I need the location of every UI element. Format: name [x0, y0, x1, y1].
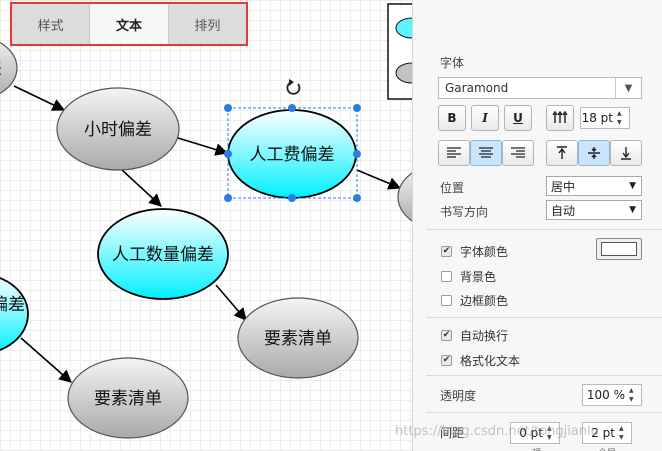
format-tabs: 样式 文本 排列 [10, 2, 248, 46]
spacing-top-value: 0 pt [519, 426, 543, 440]
edge-n2-right[interactable] [356, 169, 402, 190]
node-n3-label: 人工数量偏差 [112, 245, 214, 265]
chevron-down-icon: ▼ [629, 181, 636, 191]
spacing-top-stepper[interactable]: ▲ ▼ [547, 425, 557, 441]
font-size-stepper[interactable]: ▲ ▼ [617, 110, 627, 126]
auto-wrap-row[interactable]: ✔ 自动换行 [441, 327, 508, 344]
background-color-label: 背景色 [460, 270, 497, 284]
align-bottom-icon [621, 147, 631, 160]
resize-handle-sw[interactable] [224, 194, 232, 202]
align-top-icon [557, 146, 567, 159]
edge-n1-n3[interactable] [120, 168, 162, 207]
writing-direction-value: 自动 [551, 203, 576, 218]
vertical-text-button[interactable] [546, 105, 574, 131]
align-right-icon [511, 147, 525, 158]
rotate-handle-icon[interactable] [286, 79, 301, 95]
node-n1-label: 小时偏差 [84, 120, 152, 140]
node-n5-label: 要素清单 [264, 329, 332, 349]
underline-button[interactable]: U [504, 105, 532, 131]
align-middle-icon [588, 147, 600, 159]
align-bottom-button[interactable] [610, 140, 642, 166]
tab-arrange[interactable]: 排列 [168, 4, 246, 44]
opacity-value: 100 % [586, 388, 625, 402]
edge-n4-n6[interactable] [20, 337, 72, 383]
tab-style[interactable]: 样式 [12, 4, 91, 44]
align-middle-button[interactable] [578, 140, 610, 166]
divider [426, 412, 662, 413]
formatted-text-row[interactable]: ✔ 格式化文本 [441, 352, 520, 369]
align-top-button[interactable] [546, 140, 578, 166]
spacing-top-sublabel: 顶 [532, 446, 541, 451]
resize-handle-w[interactable] [224, 150, 232, 158]
node-n6-label: 要素清单 [94, 389, 162, 409]
position-select[interactable]: 居中 ▼ [546, 176, 642, 196]
font-color-label: 字体颜色 [460, 245, 509, 259]
edge-n1-n2[interactable] [177, 137, 229, 156]
opacity-stepper[interactable]: ▲ ▼ [629, 387, 639, 403]
border-color-label: 边框颜色 [460, 294, 509, 308]
node-n2-label: 人工费偏差 [250, 145, 335, 165]
align-center-button[interactable] [470, 140, 502, 166]
underline-label: U [513, 111, 523, 125]
position-label: 位置 [440, 181, 465, 195]
resize-handle-ne[interactable] [353, 104, 361, 112]
opacity-label: 透明度 [440, 389, 477, 403]
resize-handle-e[interactable] [353, 150, 361, 158]
font-size-input[interactable]: 18 pt ▲ ▼ [580, 107, 630, 129]
position-value: 居中 [551, 179, 576, 194]
resize-handle-nw[interactable] [224, 104, 232, 112]
italic-button[interactable]: I [471, 105, 499, 131]
spacing-global-value: 2 pt [591, 426, 615, 440]
align-right-button[interactable] [502, 140, 534, 166]
font-section-label: 字体 [440, 56, 465, 70]
italic-label: I [482, 111, 488, 125]
align-left-button[interactable] [438, 140, 470, 166]
font-color-swatch[interactable] [596, 238, 642, 260]
spacing-top-input[interactable]: 0 pt ▲ ▼ [510, 422, 560, 444]
font-size-value: 18 pt [581, 111, 613, 125]
chevron-down-icon: ▼ [629, 205, 636, 215]
align-center-icon [479, 147, 493, 158]
node-n4-label: 偏差 [0, 295, 25, 315]
font-color-preview [601, 242, 637, 256]
font-family-select[interactable]: Garamond ▼ [438, 77, 642, 99]
resize-handle-n[interactable] [288, 104, 296, 112]
bold-label: B [447, 111, 457, 125]
font-color-row[interactable]: ✔ 字体颜色 [441, 243, 508, 260]
background-color-row[interactable]: 背景色 [441, 268, 496, 285]
align-left-icon [447, 147, 461, 158]
spacing-global-input[interactable]: 2 pt ▲ ▼ [582, 422, 632, 444]
chevron-down-icon[interactable]: ▼ [615, 78, 641, 98]
auto-wrap-checkbox[interactable]: ✔ [441, 330, 452, 341]
spacing-label: 间距 [440, 426, 465, 440]
font-color-checkbox[interactable]: ✔ [441, 246, 452, 257]
border-color-checkbox[interactable] [441, 295, 452, 306]
outline-preview[interactable] [387, 3, 412, 100]
writing-direction-label: 书写方向 [440, 205, 489, 219]
bold-button[interactable]: B [438, 105, 466, 131]
edge-n3-n5[interactable] [215, 284, 247, 321]
divider [426, 317, 662, 318]
font-family-value: Garamond [445, 81, 509, 95]
formatted-text-label: 格式化文本 [460, 354, 521, 368]
vertical-text-icon [552, 111, 568, 123]
resize-handle-se[interactable] [353, 194, 361, 202]
background-color-checkbox[interactable] [441, 271, 452, 282]
diagram-canvas[interactable]: 差 小时偏差 人工费偏差 人工数量偏差 偏差 要素清单 要 [0, 0, 412, 451]
opacity-input[interactable]: 100 % ▲ ▼ [582, 384, 642, 406]
spacing-global-stepper[interactable]: ▲ ▼ [619, 425, 629, 441]
divider [426, 229, 662, 230]
node-right-partial-shape[interactable] [397, 165, 412, 229]
auto-wrap-label: 自动换行 [460, 329, 509, 343]
divider [426, 375, 662, 376]
edge-n0-n1[interactable] [13, 85, 66, 111]
node-n0-label: 差 [0, 59, 2, 79]
writing-direction-select[interactable]: 自动 ▼ [546, 200, 642, 220]
tab-text[interactable]: 文本 [90, 4, 169, 44]
spacing-global-sublabel: 全局 [598, 446, 616, 451]
border-color-row[interactable]: 边框颜色 [441, 292, 508, 309]
formatted-text-checkbox[interactable]: ✔ [441, 355, 452, 366]
resize-handle-s[interactable] [288, 194, 296, 202]
diagram-svg[interactable]: 差 小时偏差 人工费偏差 人工数量偏差 偏差 要素清单 要 [0, 0, 412, 451]
